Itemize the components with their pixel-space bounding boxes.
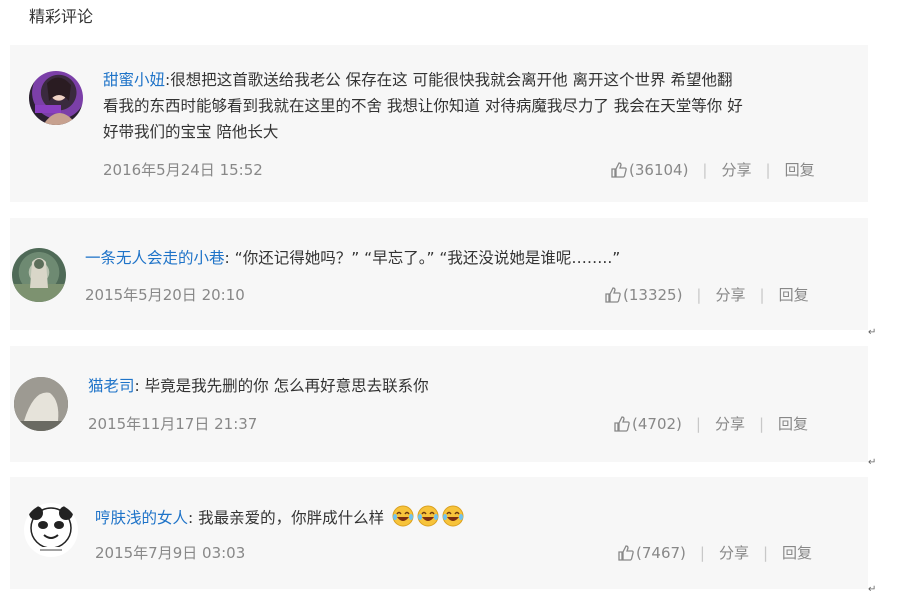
paragraph-mark: ↵ bbox=[868, 457, 877, 468]
thumbs-up-icon bbox=[614, 416, 630, 432]
divider: | bbox=[762, 544, 769, 562]
comment-card: 一条无人会走的小巷: “你还记得她吗？” “早忘了。” “我还没说她是谁呢…….… bbox=[10, 218, 868, 330]
divider: | bbox=[758, 415, 765, 433]
comment-actions: (7467) | 分享 | 回复 bbox=[617, 543, 812, 563]
thumbs-up-icon bbox=[605, 287, 621, 303]
reply-link[interactable]: 回复 bbox=[778, 414, 808, 434]
username-link[interactable]: 一条无人会走的小巷 bbox=[85, 249, 225, 267]
comment-text: 哼肤浅的女人: 我最亲爱的，你胖成什么样 bbox=[95, 505, 464, 535]
thumbs-up-icon bbox=[611, 162, 627, 178]
section-title: 精彩评论 bbox=[29, 7, 94, 26]
avatar-image bbox=[12, 258, 66, 302]
like-button[interactable]: (36104) bbox=[610, 160, 688, 180]
divider: | bbox=[759, 286, 765, 304]
like-button[interactable]: (7467) bbox=[617, 543, 686, 563]
avatar[interactable] bbox=[12, 248, 66, 302]
username-link[interactable]: 哼肤浅的女人 bbox=[95, 509, 188, 527]
avatar-image bbox=[14, 377, 68, 431]
avatar-image bbox=[35, 77, 77, 125]
share-link[interactable]: 分享 bbox=[715, 414, 745, 434]
divider: | bbox=[765, 161, 771, 179]
username-link[interactable]: 甜蜜小妞 bbox=[103, 71, 165, 89]
like-count: (13325) bbox=[623, 286, 683, 304]
avatar[interactable] bbox=[24, 503, 78, 557]
comment-time: 2015年11月17日 21:37 bbox=[88, 415, 258, 433]
username-link[interactable]: 猫老司 bbox=[88, 377, 135, 395]
reply-link[interactable]: 回复 bbox=[782, 543, 812, 563]
laugh-cry-emoji-icon bbox=[442, 505, 464, 535]
comment-card: 猫老司: 毕竟是我先删的你 怎么再好意思去联系你 2015年11月17日 21:… bbox=[10, 346, 868, 462]
comment-time: 2016年5月24日 15:52 bbox=[103, 161, 263, 179]
like-count: (36104) bbox=[629, 161, 689, 179]
avatar[interactable] bbox=[14, 377, 68, 431]
divider: | bbox=[699, 544, 705, 562]
reply-link[interactable]: 回复 bbox=[779, 285, 809, 305]
like-button[interactable]: (13325) bbox=[604, 285, 682, 305]
comment-time: 2015年7月9日 03:03 bbox=[95, 544, 246, 562]
panda-face-icon bbox=[29, 506, 73, 553]
comment-time: 2015年5月20日 20:10 bbox=[85, 286, 245, 304]
comment-text: 猫老司: 毕竟是我先删的你 怎么再好意思去联系你 bbox=[88, 377, 429, 395]
paragraph-mark: ↵ bbox=[868, 327, 877, 338]
paragraph-mark: ↵ bbox=[868, 584, 877, 595]
laugh-cry-emoji-icon bbox=[392, 505, 414, 535]
divider: | bbox=[702, 161, 708, 179]
share-link[interactable]: 分享 bbox=[715, 285, 745, 305]
share-link[interactable]: 分享 bbox=[721, 160, 751, 180]
comment-text: 一条无人会走的小巷: “你还记得她吗？” “早忘了。” “我还没说她是谁呢…….… bbox=[85, 249, 621, 267]
comment-text: 甜蜜小妞:很想把这首歌送给我老公 保存在这 可能很快我就会离开他 离开这个世界 … bbox=[103, 71, 743, 141]
thumbs-up-icon bbox=[618, 545, 634, 561]
like-button[interactable]: (4702) bbox=[613, 414, 682, 434]
laugh-cry-emoji-icon bbox=[417, 505, 439, 535]
divider: | bbox=[696, 286, 702, 304]
avatar[interactable] bbox=[29, 71, 83, 125]
like-count: (7467) bbox=[636, 544, 686, 562]
comment-actions: (4702) | 分享 | 回复 bbox=[613, 414, 808, 434]
comment-card: 哼肤浅的女人: 我最亲爱的，你胖成什么样 2015年7月9日 03:03 (74… bbox=[10, 477, 868, 589]
divider: | bbox=[695, 415, 701, 433]
like-count: (4702) bbox=[632, 415, 682, 433]
comment-card: 甜蜜小妞:很想把这首歌送给我老公 保存在这 可能很快我就会离开他 离开这个世界 … bbox=[10, 45, 868, 202]
share-link[interactable]: 分享 bbox=[719, 543, 749, 563]
comment-actions: (36104) | 分享 | 回复 bbox=[610, 160, 815, 180]
comment-actions: (13325) | 分享 | 回复 bbox=[604, 285, 809, 305]
reply-link[interactable]: 回复 bbox=[785, 160, 815, 180]
